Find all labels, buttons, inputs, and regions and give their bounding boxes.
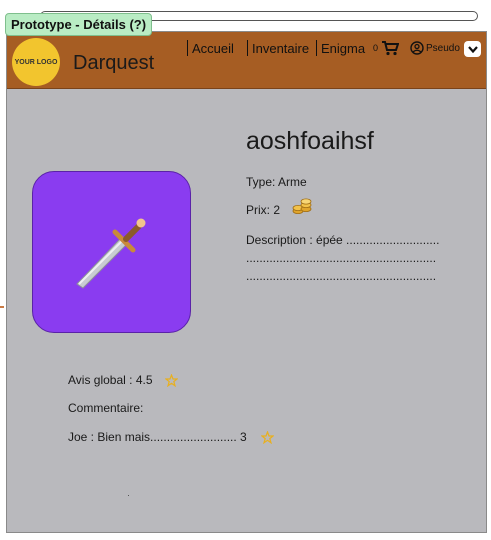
item-price: Prix: 2 [246,203,281,217]
star-icon [260,430,275,449]
item-type: Type: Arme [246,175,307,189]
item-description: Description : épée .....................… [246,233,440,247]
user-icon[interactable] [410,41,424,60]
coins-icon [292,197,314,220]
global-rating: Avis global : 4.5 [68,373,153,387]
item-image [32,171,191,333]
star-icon [164,373,179,392]
description-line: ........................................… [246,269,437,283]
app-frame: YOUR LOGO Darquest Accueil Inventaire En… [6,31,487,533]
brand-title: Darquest [73,52,155,74]
chevron-down-icon [467,40,478,58]
prototype-tag: Prototype - Détails (?) [5,13,153,36]
user-menu-toggle[interactable] [464,41,481,57]
nav-separator [247,40,248,56]
item-name: aoshfoaihsf [246,127,374,155]
header: YOUR LOGO Darquest Accueil Inventaire En… [7,32,486,89]
nav-separator [187,40,188,56]
side-marker [0,306,4,308]
comment-label: Commentaire: [68,401,144,415]
logo[interactable]: YOUR LOGO [12,38,60,86]
nav-accueil[interactable]: Accueil [187,40,234,56]
nav-separator [316,40,317,56]
user-pseudo[interactable]: Pseudo [426,43,460,54]
cart-icon[interactable] [381,40,400,61]
nav-enigma[interactable]: Enigma [316,40,365,56]
dot-marker [128,495,129,496]
nav-inventaire[interactable]: Inventaire [247,40,309,56]
description-line: ........................................… [246,251,437,265]
comment-row: Joe : Bien mais.........................… [68,430,247,444]
cart-count: 0 [373,43,379,53]
